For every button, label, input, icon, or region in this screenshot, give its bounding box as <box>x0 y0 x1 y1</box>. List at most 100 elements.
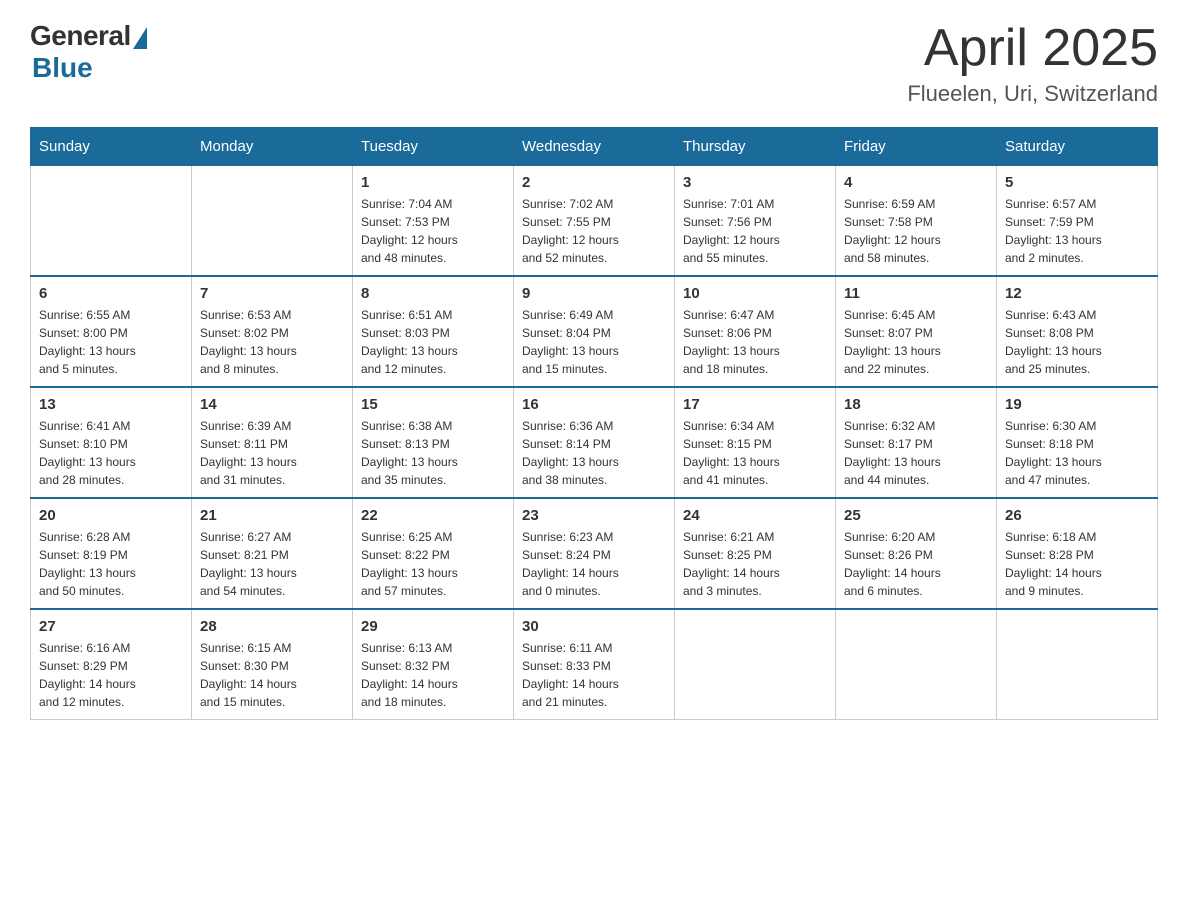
day-number: 26 <box>1005 507 1149 524</box>
day-of-week-header: Thursday <box>675 128 836 166</box>
logo-triangle-icon <box>133 27 147 49</box>
calendar-day-cell: 7 Sunrise: 6:53 AM Sunset: 8:02 PM Daylig… <box>192 276 353 387</box>
day-info: Sunrise: 7:01 AM Sunset: 7:56 PM Dayligh… <box>683 195 827 267</box>
day-number: 6 <box>39 285 183 302</box>
calendar-header-row: SundayMondayTuesdayWednesdayThursdayFrid… <box>31 128 1158 166</box>
calendar-empty-cell <box>675 609 836 720</box>
calendar-day-cell: 13 Sunrise: 6:41 AM Sunset: 8:10 PM Dayli… <box>31 387 192 498</box>
calendar-empty-cell <box>192 166 353 277</box>
day-info: Sunrise: 6:43 AM Sunset: 8:08 PM Dayligh… <box>1005 306 1149 378</box>
day-number: 23 <box>522 507 666 524</box>
day-number: 1 <box>361 174 505 191</box>
calendar-empty-cell <box>31 166 192 277</box>
logo-general-text: General <box>30 20 131 52</box>
location-subtitle: Flueelen, Uri, Switzerland <box>907 81 1158 107</box>
day-info: Sunrise: 6:32 AM Sunset: 8:17 PM Dayligh… <box>844 417 988 489</box>
day-number: 3 <box>683 174 827 191</box>
title-block: April 2025 Flueelen, Uri, Switzerland <box>907 20 1158 107</box>
day-number: 4 <box>844 174 988 191</box>
day-info: Sunrise: 6:36 AM Sunset: 8:14 PM Dayligh… <box>522 417 666 489</box>
calendar-day-cell: 2 Sunrise: 7:02 AM Sunset: 7:55 PM Daylig… <box>514 166 675 277</box>
calendar-table: SundayMondayTuesdayWednesdayThursdayFrid… <box>30 127 1158 720</box>
day-number: 5 <box>1005 174 1149 191</box>
calendar-week-row: 1 Sunrise: 7:04 AM Sunset: 7:53 PM Daylig… <box>31 166 1158 277</box>
calendar-day-cell: 14 Sunrise: 6:39 AM Sunset: 8:11 PM Dayli… <box>192 387 353 498</box>
calendar-day-cell: 12Sunrise: 6:43 AM Sunset: 8:08 PM Dayli… <box>997 276 1158 387</box>
calendar-day-cell: 23 Sunrise: 6:23 AM Sunset: 8:24 PM Dayli… <box>514 498 675 609</box>
day-info: Sunrise: 7:02 AM Sunset: 7:55 PM Dayligh… <box>522 195 666 267</box>
logo-blue-text: Blue <box>32 52 93 84</box>
day-info: Sunrise: 6:53 AM Sunset: 8:02 PM Dayligh… <box>200 306 344 378</box>
day-of-week-header: Wednesday <box>514 128 675 166</box>
day-info: Sunrise: 6:21 AM Sunset: 8:25 PM Dayligh… <box>683 528 827 600</box>
day-info: Sunrise: 6:55 AM Sunset: 8:00 PM Dayligh… <box>39 306 183 378</box>
day-number: 15 <box>361 396 505 413</box>
day-of-week-header: Monday <box>192 128 353 166</box>
day-info: Sunrise: 6:23 AM Sunset: 8:24 PM Dayligh… <box>522 528 666 600</box>
calendar-day-cell: 5 Sunrise: 6:57 AM Sunset: 7:59 PM Daylig… <box>997 166 1158 277</box>
day-of-week-header: Friday <box>836 128 997 166</box>
day-number: 13 <box>39 396 183 413</box>
day-info: Sunrise: 7:04 AM Sunset: 7:53 PM Dayligh… <box>361 195 505 267</box>
calendar-day-cell: 4 Sunrise: 6:59 AM Sunset: 7:58 PM Daylig… <box>836 166 997 277</box>
day-number: 27 <box>39 618 183 635</box>
day-number: 22 <box>361 507 505 524</box>
calendar-day-cell: 11Sunrise: 6:45 AM Sunset: 8:07 PM Dayli… <box>836 276 997 387</box>
calendar-day-cell: 15 Sunrise: 6:38 AM Sunset: 8:13 PM Dayli… <box>353 387 514 498</box>
calendar-day-cell: 28Sunrise: 6:15 AM Sunset: 8:30 PM Dayli… <box>192 609 353 720</box>
day-info: Sunrise: 6:34 AM Sunset: 8:15 PM Dayligh… <box>683 417 827 489</box>
day-info: Sunrise: 6:59 AM Sunset: 7:58 PM Dayligh… <box>844 195 988 267</box>
day-info: Sunrise: 6:39 AM Sunset: 8:11 PM Dayligh… <box>200 417 344 489</box>
calendar-week-row: 6 Sunrise: 6:55 AM Sunset: 8:00 PM Daylig… <box>31 276 1158 387</box>
calendar-day-cell: 24Sunrise: 6:21 AM Sunset: 8:25 PM Dayli… <box>675 498 836 609</box>
calendar-week-row: 20 Sunrise: 6:28 AM Sunset: 8:19 PM Dayli… <box>31 498 1158 609</box>
day-of-week-header: Saturday <box>997 128 1158 166</box>
day-number: 9 <box>522 285 666 302</box>
calendar-day-cell: 3 Sunrise: 7:01 AM Sunset: 7:56 PM Daylig… <box>675 166 836 277</box>
calendar-week-row: 13 Sunrise: 6:41 AM Sunset: 8:10 PM Dayli… <box>31 387 1158 498</box>
day-number: 17 <box>683 396 827 413</box>
day-number: 25 <box>844 507 988 524</box>
calendar-day-cell: 26 Sunrise: 6:18 AM Sunset: 8:28 PM Dayli… <box>997 498 1158 609</box>
day-info: Sunrise: 6:47 AM Sunset: 8:06 PM Dayligh… <box>683 306 827 378</box>
calendar-empty-cell <box>997 609 1158 720</box>
calendar-day-cell: 16 Sunrise: 6:36 AM Sunset: 8:14 PM Dayli… <box>514 387 675 498</box>
day-info: Sunrise: 6:27 AM Sunset: 8:21 PM Dayligh… <box>200 528 344 600</box>
day-info: Sunrise: 6:57 AM Sunset: 7:59 PM Dayligh… <box>1005 195 1149 267</box>
calendar-day-cell: 25 Sunrise: 6:20 AM Sunset: 8:26 PM Dayli… <box>836 498 997 609</box>
day-number: 2 <box>522 174 666 191</box>
month-year-title: April 2025 <box>907 20 1158 77</box>
day-info: Sunrise: 6:15 AM Sunset: 8:30 PM Dayligh… <box>200 639 344 711</box>
day-info: Sunrise: 6:51 AM Sunset: 8:03 PM Dayligh… <box>361 306 505 378</box>
day-number: 10 <box>683 285 827 302</box>
day-info: Sunrise: 6:49 AM Sunset: 8:04 PM Dayligh… <box>522 306 666 378</box>
day-number: 8 <box>361 285 505 302</box>
day-of-week-header: Sunday <box>31 128 192 166</box>
day-info: Sunrise: 6:28 AM Sunset: 8:19 PM Dayligh… <box>39 528 183 600</box>
day-info: Sunrise: 6:20 AM Sunset: 8:26 PM Dayligh… <box>844 528 988 600</box>
day-info: Sunrise: 6:30 AM Sunset: 8:18 PM Dayligh… <box>1005 417 1149 489</box>
day-number: 16 <box>522 396 666 413</box>
calendar-day-cell: 18 Sunrise: 6:32 AM Sunset: 8:17 PM Dayli… <box>836 387 997 498</box>
day-number: 21 <box>200 507 344 524</box>
calendar-day-cell: 9 Sunrise: 6:49 AM Sunset: 8:04 PM Daylig… <box>514 276 675 387</box>
day-number: 20 <box>39 507 183 524</box>
calendar-day-cell: 29Sunrise: 6:13 AM Sunset: 8:32 PM Dayli… <box>353 609 514 720</box>
day-number: 7 <box>200 285 344 302</box>
calendar-day-cell: 1 Sunrise: 7:04 AM Sunset: 7:53 PM Daylig… <box>353 166 514 277</box>
calendar-empty-cell <box>836 609 997 720</box>
calendar-day-cell: 10 Sunrise: 6:47 AM Sunset: 8:06 PM Dayli… <box>675 276 836 387</box>
day-info: Sunrise: 6:41 AM Sunset: 8:10 PM Dayligh… <box>39 417 183 489</box>
day-number: 14 <box>200 396 344 413</box>
day-info: Sunrise: 6:16 AM Sunset: 8:29 PM Dayligh… <box>39 639 183 711</box>
calendar-day-cell: 22Sunrise: 6:25 AM Sunset: 8:22 PM Dayli… <box>353 498 514 609</box>
calendar-day-cell: 27 Sunrise: 6:16 AM Sunset: 8:29 PM Dayli… <box>31 609 192 720</box>
day-number: 11 <box>844 285 988 302</box>
day-info: Sunrise: 6:18 AM Sunset: 8:28 PM Dayligh… <box>1005 528 1149 600</box>
day-number: 18 <box>844 396 988 413</box>
day-number: 19 <box>1005 396 1149 413</box>
day-info: Sunrise: 6:11 AM Sunset: 8:33 PM Dayligh… <box>522 639 666 711</box>
day-info: Sunrise: 6:38 AM Sunset: 8:13 PM Dayligh… <box>361 417 505 489</box>
logo: General Blue <box>30 20 147 84</box>
page-header: General Blue April 2025 Flueelen, Uri, S… <box>30 20 1158 107</box>
